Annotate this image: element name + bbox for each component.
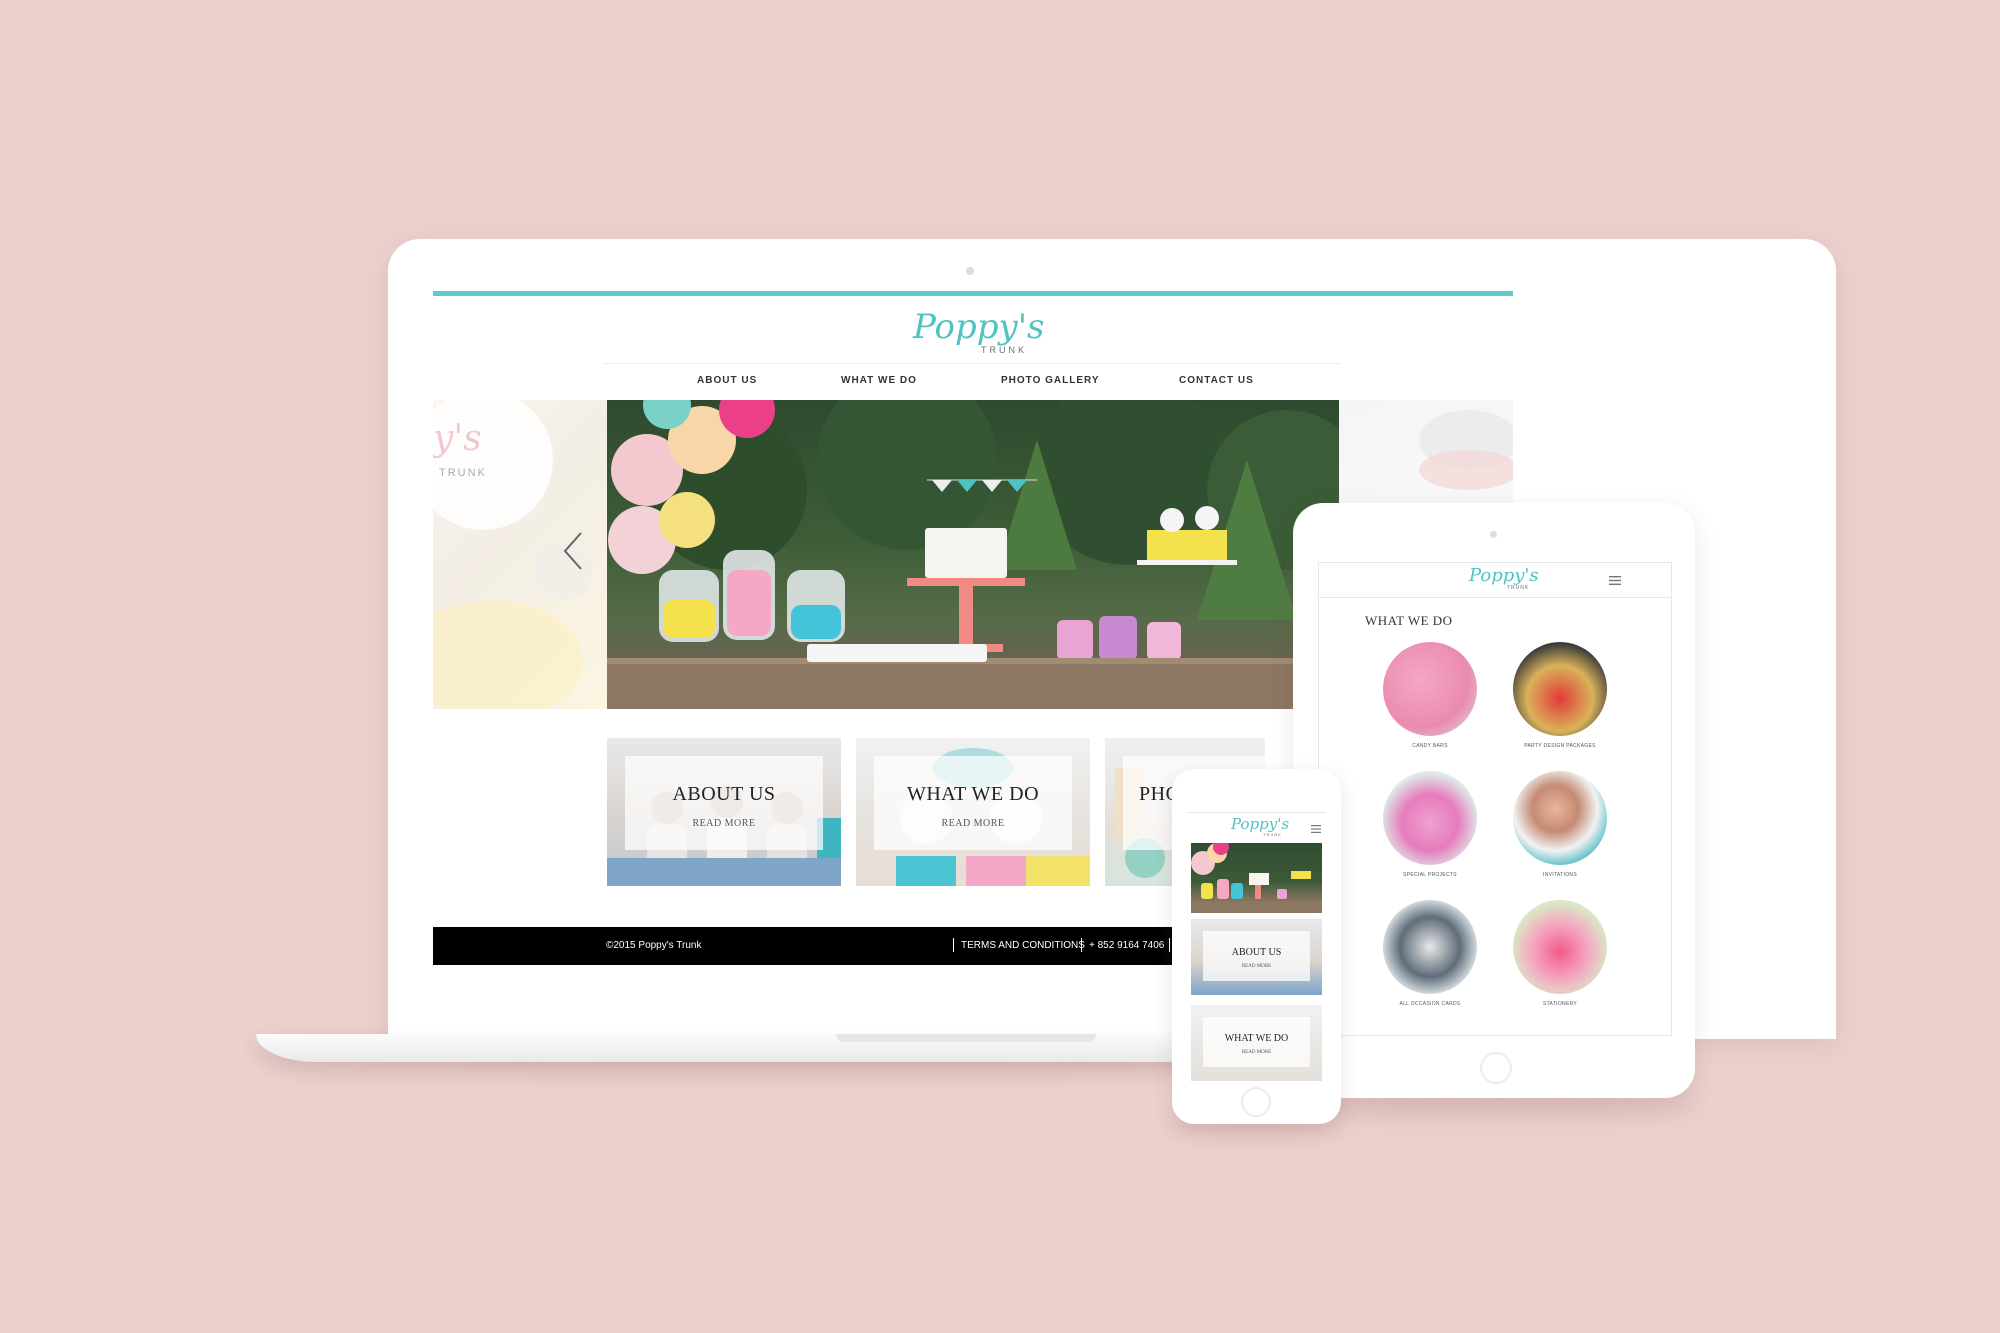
logo-subtitle: TRUNK (981, 345, 1027, 355)
nav-contact-us[interactable]: CONTACT US (1179, 375, 1254, 386)
hamburger-menu-icon[interactable] (1609, 576, 1621, 585)
service-stationery-image[interactable] (1513, 900, 1607, 994)
accent-top-bar (433, 291, 1513, 296)
tablet-home-button (1480, 1052, 1512, 1084)
phone-home-button (1241, 1087, 1271, 1117)
card-title: WHAT WE DO (1224, 1033, 1289, 1044)
phone-card-about-us[interactable]: ABOUT US READ MORE (1191, 919, 1322, 995)
footer-separator (953, 938, 954, 952)
service-label-all-occasion-cards[interactable]: ALL OCCASION CARDS (1355, 1001, 1505, 1007)
logo-script: Poppy's (913, 307, 1045, 347)
service-invitations-image[interactable] (1513, 771, 1607, 865)
svg-text:TRUNK: TRUNK (439, 467, 487, 479)
card-read-more-link[interactable]: READ MORE (1191, 1050, 1322, 1055)
card-what-we-do[interactable]: WHAT WE DO READ MORE (856, 738, 1090, 886)
logo-subtitle: TRUNK (1263, 832, 1282, 837)
card-read-more-link[interactable]: READ MORE (1191, 964, 1322, 969)
logo-subtitle: TRUNK (1507, 585, 1530, 591)
logo-script: Poppy's (1469, 565, 1539, 586)
card-title: ABOUT US (672, 783, 776, 805)
hamburger-menu-icon[interactable] (1311, 825, 1321, 833)
nav-divider (603, 363, 1341, 364)
card-about-us[interactable]: ABOUT US READ MORE (607, 738, 841, 886)
service-label-candy-bars[interactable]: CANDY BARS (1355, 743, 1505, 749)
nav-photo-gallery[interactable]: PHOTO GALLERY (1001, 375, 1100, 386)
card-title: WHAT WE DO (906, 783, 1040, 805)
slider-prev-arrow-icon[interactable] (561, 531, 585, 571)
phone-hero-image (1191, 843, 1322, 913)
nav-about-us[interactable]: ABOUT US (697, 375, 757, 386)
phone-logo[interactable]: Poppy's TRUNK (1231, 815, 1291, 841)
footer-terms-link[interactable]: TERMS AND CONDITIONS (961, 940, 1085, 951)
phone-screen: Poppy's TRUNK ABOUT US READ MORE WHAT WE… (1187, 812, 1326, 1081)
logo-script: Poppy's (1231, 815, 1290, 833)
tablet-header-divider (1319, 597, 1671, 598)
laptop-camera (966, 267, 974, 275)
card-title: ABOUT US (1231, 947, 1282, 958)
service-candy-bars-image[interactable] (1383, 642, 1477, 736)
service-label-special-projects[interactable]: SPECIAL PROJECTS (1355, 872, 1505, 878)
nav-what-we-do[interactable]: WHAT WE DO (841, 375, 917, 386)
footer-phone[interactable]: + 852 9164 7406 (1089, 940, 1164, 951)
tablet-camera (1490, 531, 1497, 538)
service-party-design-image[interactable] (1513, 642, 1607, 736)
laptop-notch (836, 1034, 1096, 1042)
service-label-stationery[interactable]: STATIONERY (1485, 1001, 1635, 1007)
footer-separator (1169, 938, 1170, 952)
service-special-projects-image[interactable] (1383, 771, 1477, 865)
footer-copyright: ©2015 Poppy's Trunk (606, 940, 702, 951)
tablet-section-title: WHAT WE DO (1365, 613, 1453, 628)
service-label-party-design[interactable]: PARTY DESIGN PACKAGES (1485, 743, 1635, 749)
tablet-logo[interactable]: Poppy's TRUNK (1469, 565, 1539, 595)
service-label-invitations[interactable]: INVITATIONS (1485, 872, 1635, 878)
phone-card-what-we-do[interactable]: WHAT WE DO READ MORE (1191, 1005, 1322, 1081)
card-read-more-link[interactable]: READ MORE (856, 818, 1090, 829)
footer-separator (1081, 938, 1082, 952)
hero-slide-image (607, 400, 1339, 709)
svg-text:y's: y's (433, 418, 482, 459)
card-read-more-link[interactable]: READ MORE (607, 818, 841, 829)
desktop-logo[interactable]: Poppy's TRUNK (911, 305, 1045, 357)
service-all-occasion-cards-image[interactable] (1383, 900, 1477, 994)
tablet-screen: Poppy's TRUNK WHAT WE DO CANDY BARS PART… (1318, 562, 1672, 1036)
